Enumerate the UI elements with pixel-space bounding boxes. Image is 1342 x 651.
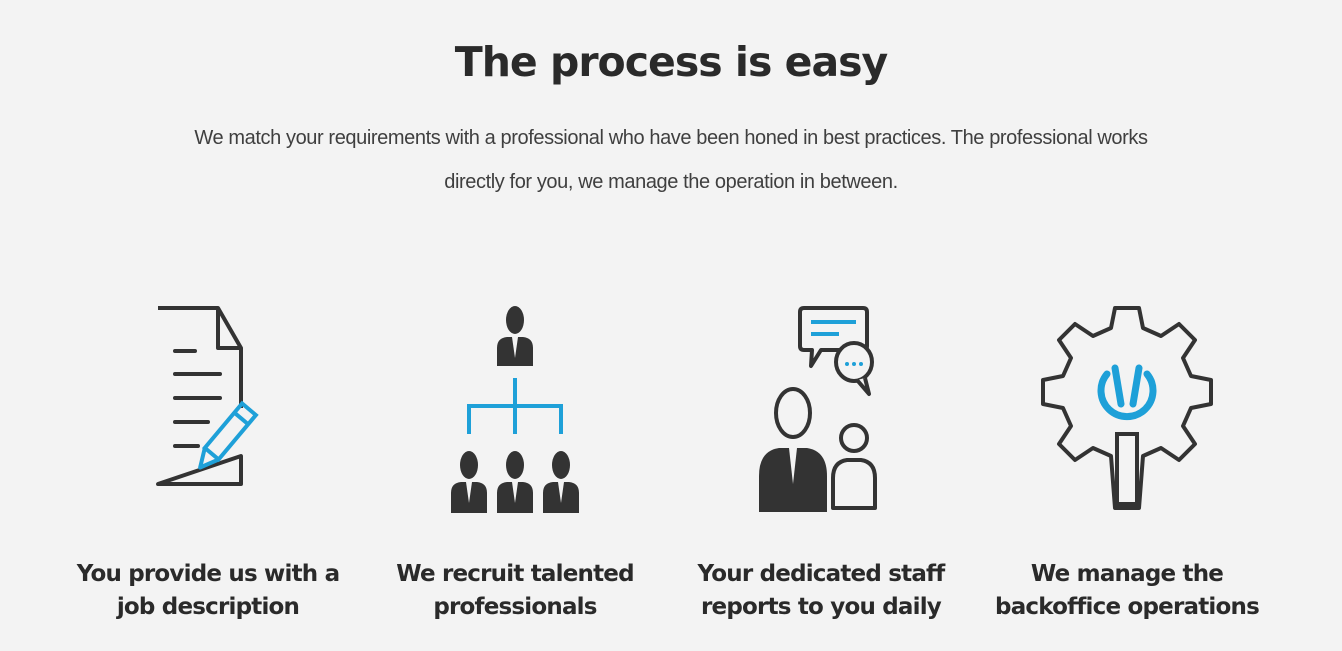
people-chat-icon	[671, 296, 971, 526]
step-label: Your dedicated staff reports to you dail…	[697, 561, 946, 620]
step-label: We manage the backoffice operations	[995, 561, 1260, 620]
gear-wrench-icon	[977, 296, 1277, 526]
person-icon	[497, 306, 533, 366]
org-chart-icon	[365, 296, 665, 526]
step-label: We recruit talented professionals	[396, 561, 634, 620]
section-title: The process is easy	[454, 38, 889, 86]
document-pencil-icon	[58, 296, 358, 526]
section-subtitle: We match your requirements with a profes…	[194, 127, 1148, 193]
step-label: You provide us with a job description	[76, 561, 340, 620]
